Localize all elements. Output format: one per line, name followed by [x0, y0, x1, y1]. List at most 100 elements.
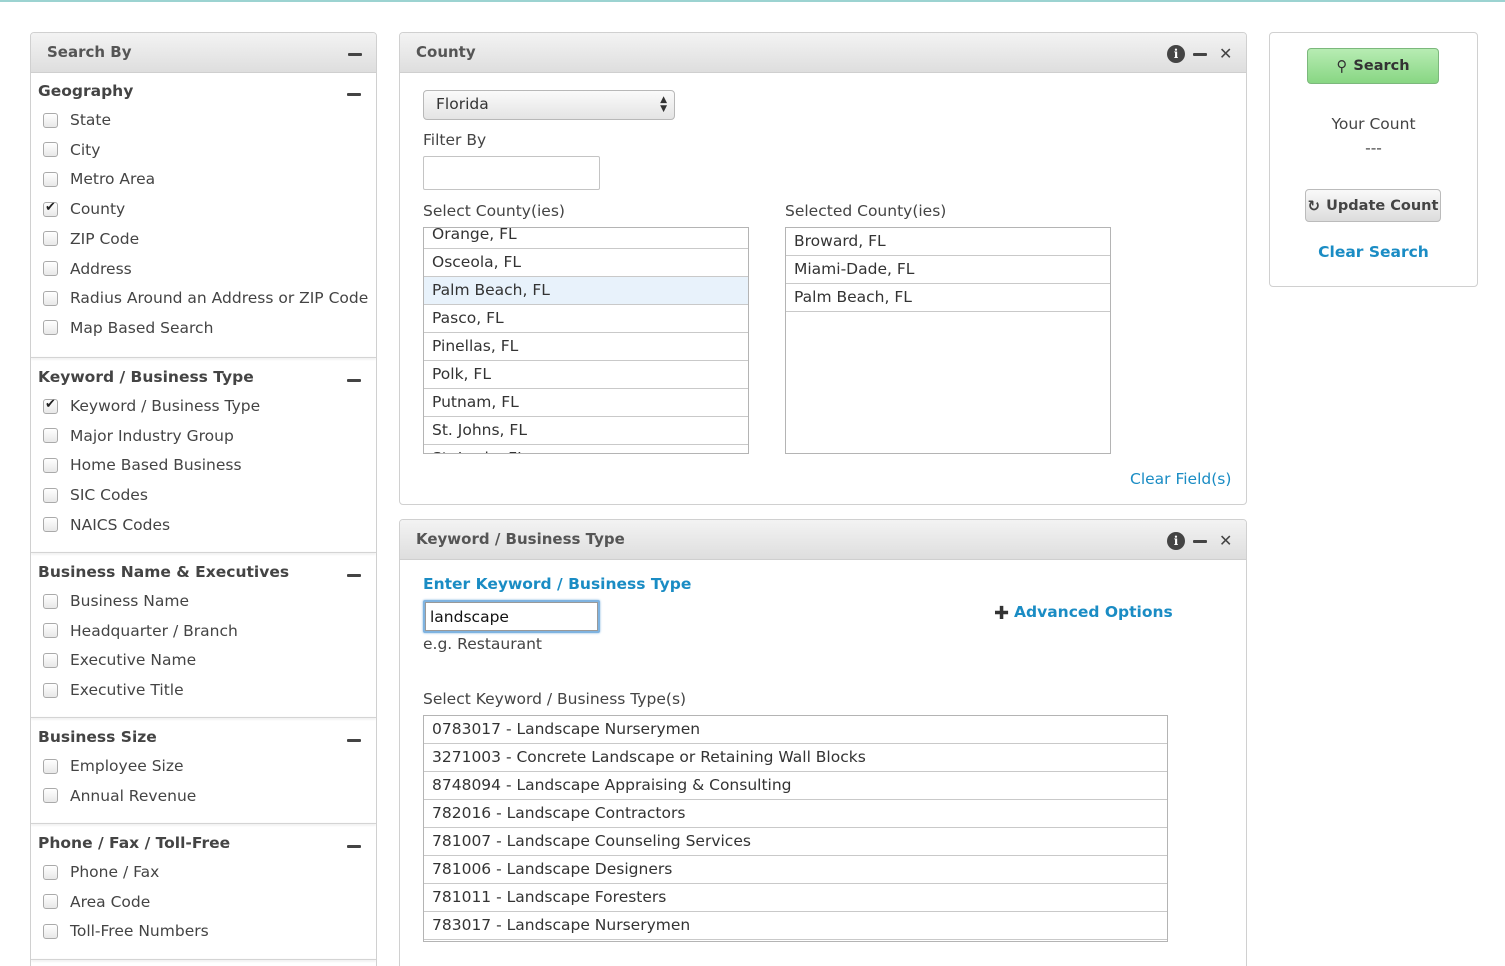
list-item[interactable]: 782016 - Landscape Contractors: [424, 800, 1167, 828]
filter-option[interactable]: Major Industry Group: [43, 424, 234, 448]
checkbox[interactable]: [43, 864, 58, 880]
filter-option[interactable]: Executive Name: [43, 648, 196, 672]
refresh-icon: ↻: [1307, 196, 1321, 215]
filter-option[interactable]: NAICS Codes: [43, 513, 170, 537]
filter-option[interactable]: Business Name: [43, 589, 189, 613]
minus-icon[interactable]: [347, 93, 361, 96]
list-item[interactable]: Broward, FL: [786, 228, 1110, 256]
filter-option[interactable]: Address: [43, 257, 132, 281]
clear-fields-link[interactable]: Clear Field(s): [1130, 470, 1231, 488]
checkbox[interactable]: [43, 428, 58, 444]
checkbox-label: Radius Around an Address or ZIP Code: [70, 289, 369, 308]
list-item[interactable]: Osceola, FL: [424, 249, 748, 277]
checkbox[interactable]: [43, 894, 58, 910]
minus-icon[interactable]: [347, 845, 361, 848]
checkbox[interactable]: [43, 788, 58, 804]
filter-option[interactable]: ZIP Code: [43, 227, 139, 251]
list-item[interactable]: St. Lucie, FL: [424, 445, 748, 453]
list-item[interactable]: Polk, FL: [424, 361, 748, 389]
filter-by-input[interactable]: [423, 156, 600, 190]
checkbox[interactable]: [43, 623, 58, 639]
checkbox[interactable]: [43, 517, 58, 533]
minus-icon[interactable]: [347, 379, 361, 382]
close-icon[interactable]: ✕: [1219, 533, 1232, 549]
minus-icon[interactable]: [1193, 53, 1207, 56]
filter-option[interactable]: Keyword / Business Type: [43, 394, 260, 418]
available-counties-list[interactable]: Orange, FL Osceola, FL Palm Beach, FL Pasco…: [423, 227, 749, 454]
filter-option[interactable]: Area Code: [43, 890, 150, 914]
checkbox[interactable]: [43, 231, 58, 247]
plus-icon[interactable]: ✚: [994, 603, 1009, 624]
list-item[interactable]: 0783017 - Landscape Nurserymen: [424, 716, 1167, 744]
list-item[interactable]: Miami-Dade, FL: [786, 256, 1110, 284]
list-item[interactable]: 783017 - Landscape Nurserymen: [424, 912, 1167, 940]
selected-counties-list[interactable]: Broward, FL Miami-Dade, FL Palm Beach, FL: [785, 227, 1111, 454]
minus-icon[interactable]: [347, 574, 361, 577]
state-select[interactable]: Florida ▲ ▼: [423, 90, 675, 120]
checkbox-label: Headquarter / Branch: [70, 621, 238, 640]
keyword-results-list[interactable]: 0783017 - Landscape Nurserymen 3271003 - …: [423, 715, 1168, 942]
minus-icon[interactable]: [347, 739, 361, 742]
list-item[interactable]: Palm Beach, FL: [786, 284, 1110, 312]
filter-option[interactable]: SIC Codes: [43, 483, 148, 507]
list-item[interactable]: Putnam, FL: [424, 389, 748, 417]
checkbox[interactable]: [43, 171, 58, 187]
filter-option[interactable]: Radius Around an Address or ZIP Code: [43, 286, 368, 310]
list-item[interactable]: Pasco, FL: [424, 305, 748, 333]
info-icon[interactable]: i: [1167, 532, 1185, 550]
checkbox[interactable]: [43, 593, 58, 609]
list-item[interactable]: Orange, FL: [424, 228, 748, 249]
search-by-title: Search By: [47, 43, 132, 61]
filter-option[interactable]: Phone / Fax: [43, 860, 159, 884]
filter-option[interactable]: Map Based Search: [43, 316, 213, 340]
list-item[interactable]: St. Johns, FL: [424, 417, 748, 445]
list-item[interactable]: 781007 - Landscape Counseling Services: [424, 828, 1167, 856]
filter-option[interactable]: Annual Revenue: [43, 784, 196, 808]
filter-option[interactable]: Executive Title: [43, 678, 184, 702]
list-item[interactable]: Palm Beach, FL: [424, 277, 748, 305]
keyword-input[interactable]: [425, 602, 598, 631]
checkbox[interactable]: [43, 923, 58, 939]
group-title: Phone / Fax / Toll-Free: [38, 834, 231, 852]
checkbox[interactable]: [43, 652, 58, 668]
filter-option[interactable]: County: [43, 197, 125, 221]
checkbox[interactable]: [43, 682, 58, 698]
checkbox[interactable]: [43, 112, 58, 128]
checkbox[interactable]: [43, 290, 58, 306]
search-by-header: Search By: [31, 33, 376, 73]
minus-icon[interactable]: [348, 53, 362, 56]
filter-option[interactable]: Headquarter / Branch: [43, 619, 238, 643]
close-icon[interactable]: ✕: [1219, 46, 1232, 62]
filter-option[interactable]: Toll-Free Numbers: [43, 919, 209, 943]
checkbox[interactable]: [43, 397, 58, 414]
filter-option[interactable]: Home Based Business: [43, 453, 242, 477]
checkbox-label: Annual Revenue: [70, 786, 197, 805]
list-item[interactable]: Pinellas, FL: [424, 333, 748, 361]
checkbox[interactable]: [43, 142, 58, 158]
list-item[interactable]: 8748094 - Landscape Appraising & Consult…: [424, 772, 1167, 800]
your-count-value: ---: [1365, 139, 1382, 157]
list-item[interactable]: 781006 - Landscape Designers: [424, 856, 1167, 884]
advanced-options-link[interactable]: Advanced Options: [1014, 603, 1173, 621]
checkbox[interactable]: [43, 320, 58, 336]
info-icon[interactable]: i: [1167, 45, 1185, 63]
minus-icon[interactable]: [1193, 540, 1207, 543]
enter-keyword-label: Enter Keyword / Business Type: [423, 575, 692, 593]
checkbox[interactable]: [43, 200, 58, 217]
list-item[interactable]: 3271003 - Concrete Landscape or Retainin…: [424, 744, 1167, 772]
checkbox[interactable]: [43, 261, 58, 276]
checkbox-label: City: [70, 140, 101, 159]
update-count-button[interactable]: ↻ Update Count: [1305, 189, 1441, 222]
search-button[interactable]: ⚲ Search: [1307, 48, 1439, 84]
filter-option[interactable]: City: [43, 138, 100, 162]
checkbox-label: NAICS Codes: [70, 515, 171, 534]
filter-option[interactable]: Metro Area: [43, 167, 155, 191]
checkbox[interactable]: [43, 487, 58, 503]
checkbox[interactable]: [43, 758, 58, 774]
filter-option[interactable]: Employee Size: [43, 754, 184, 778]
filter-option[interactable]: State: [43, 108, 111, 132]
list-item[interactable]: 781011 - Landscape Foresters: [424, 884, 1167, 912]
checkbox-label: Employee Size: [70, 757, 184, 775]
clear-search-link[interactable]: Clear Search: [1270, 243, 1477, 261]
checkbox[interactable]: [43, 457, 58, 473]
